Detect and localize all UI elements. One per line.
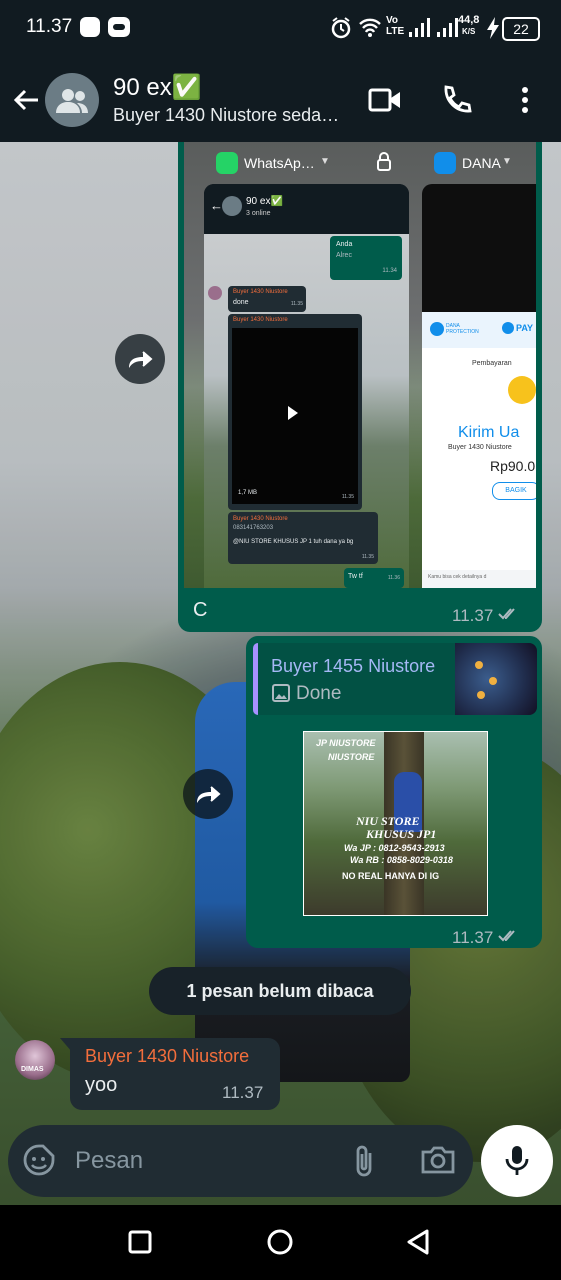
mini-chat-sub: 3 online xyxy=(246,210,271,217)
nav-back-icon[interactable] xyxy=(405,1228,431,1256)
recent-app-whatsapp-card: ← 90 ex✅ 3 online Anda Alrec 11.34 Buyer… xyxy=(204,184,409,588)
attach-button[interactable] xyxy=(350,1143,386,1179)
quoted-thumbnail xyxy=(455,643,537,715)
mini-outgoing-bubble: Anda Alrec 11.34 xyxy=(330,236,402,280)
message-text: yoo xyxy=(85,1074,118,1096)
mini-incoming-bubble: Buyer 1430 Niustore done 11.35 xyxy=(228,286,306,312)
forward-button[interactable] xyxy=(115,334,165,384)
network-speed: 44,8 K/S xyxy=(458,14,480,37)
voice-call-button[interactable] xyxy=(440,80,480,120)
mini-avatar xyxy=(222,196,242,216)
more-options-button[interactable] xyxy=(510,80,540,120)
chat-subtitle[interactable]: Buyer 1430 Niustore seda… xyxy=(113,105,339,126)
play-icon xyxy=(288,406,298,420)
message-sender[interactable]: Buyer 1430 Niustore xyxy=(85,1046,249,1067)
forward-button[interactable] xyxy=(183,769,233,819)
message-time: 11.37 xyxy=(222,1083,264,1102)
phone-icon xyxy=(444,85,472,113)
mini-chat-title: 90 ex✅ xyxy=(246,196,283,207)
mini-outgoing-bubble: Tw tf 11.36 xyxy=(344,568,404,588)
app-switcher-whatsapp-label: WhatsAp… xyxy=(244,155,315,171)
video-call-button[interactable] xyxy=(368,80,408,120)
emoji-button[interactable] xyxy=(22,1143,58,1179)
message-input[interactable] xyxy=(75,1140,335,1182)
mini-avatar xyxy=(208,286,222,300)
camera-icon xyxy=(421,1146,455,1174)
recent-app-dana-card: DANA PROTECTION PAY Pembayaran Kirim Ua … xyxy=(422,184,536,588)
chevron-down-icon: ▼ xyxy=(502,156,512,167)
wifi-icon xyxy=(359,18,381,37)
camera-button[interactable] xyxy=(420,1143,460,1179)
chat-title[interactable]: 90 ex✅ xyxy=(113,73,202,102)
nav-home-icon[interactable] xyxy=(266,1228,294,1256)
group-avatar[interactable] xyxy=(45,73,99,127)
mini-reply-bubble: Buyer 1430 Niustore 083141763203 @NIU ST… xyxy=(228,512,378,564)
app-switcher-dana-label: DANA xyxy=(462,155,501,171)
message-poster-image[interactable]: JP NIUSTORE NIUSTORE NIU STORE KHUSUS JP… xyxy=(303,731,488,916)
battery-indicator: 22 xyxy=(502,17,540,41)
back-arrow-icon xyxy=(13,89,38,111)
status-time: 11.37 xyxy=(26,16,73,37)
whatsapp-app-icon xyxy=(216,152,238,174)
message-time: 11.37 xyxy=(452,606,516,626)
mini-video-bubble: Buyer 1430 Niustore 1,7 MB 11.35 xyxy=(228,314,362,510)
notification-icon xyxy=(108,17,130,37)
signal-icon xyxy=(437,18,458,37)
message-screenshot-image[interactable]: WhatsAp… ▼ DANA ▼ ← 90 ex✅ 3 online Anda… xyxy=(184,142,536,588)
unread-messages-divider: 1 pesan belum dibaca xyxy=(149,967,411,1015)
message-caption: C xyxy=(193,599,208,621)
dana-payment-screen: DANA PROTECTION PAY Pembayaran Kirim Ua … xyxy=(422,312,536,588)
back-button[interactable] xyxy=(8,80,44,120)
video-call-icon xyxy=(368,88,400,112)
chevron-down-icon: ▼ xyxy=(320,156,330,167)
volte-indicator: Vo LTE xyxy=(386,15,405,37)
nav-recents-icon[interactable] xyxy=(128,1230,152,1254)
mic-icon xyxy=(505,1146,529,1175)
forward-icon xyxy=(129,351,153,368)
attach-icon xyxy=(356,1145,372,1177)
notification-icon xyxy=(80,17,100,37)
quoted-text: Done xyxy=(296,683,342,704)
lock-icon xyxy=(377,152,391,171)
message-time: 11.37 xyxy=(452,928,516,948)
group-avatar-icon xyxy=(56,89,88,113)
sender-avatar[interactable]: DIMAS xyxy=(15,1040,55,1080)
double-check-icon xyxy=(498,930,515,942)
dana-app-icon xyxy=(434,152,456,174)
more-vert-icon xyxy=(522,87,528,113)
forward-icon xyxy=(197,786,221,803)
quote-accent-bar xyxy=(253,643,258,715)
voice-message-button[interactable] xyxy=(481,1125,553,1197)
double-check-icon xyxy=(498,608,515,620)
charging-bolt-icon xyxy=(487,17,499,39)
coin-icon xyxy=(508,376,536,404)
alarm-icon xyxy=(331,17,351,39)
image-icon xyxy=(272,684,290,702)
signal-icon xyxy=(409,18,430,37)
quoted-sender: Buyer 1455 Niustore xyxy=(271,656,436,676)
emoji-icon xyxy=(23,1144,55,1176)
